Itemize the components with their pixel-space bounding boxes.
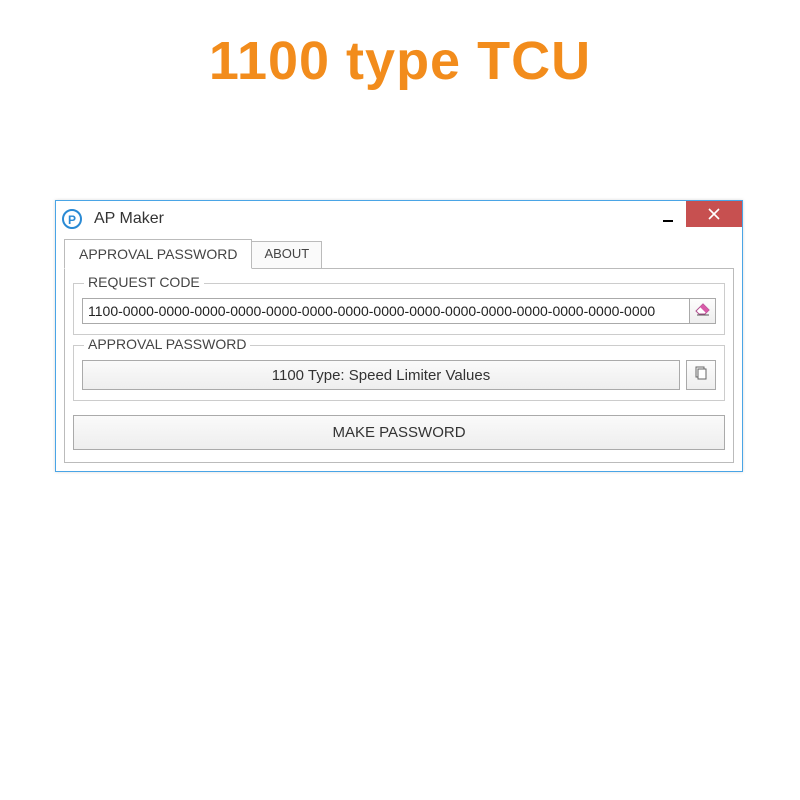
svg-text:P: P bbox=[68, 213, 76, 227]
close-button[interactable] bbox=[686, 201, 742, 227]
approval-password-group: APPROVAL PASSWORD 1100 Type: Speed Limit… bbox=[73, 345, 725, 401]
window-title: AP Maker bbox=[94, 210, 164, 228]
clear-button[interactable] bbox=[690, 298, 716, 324]
tab-about[interactable]: ABOUT bbox=[251, 241, 322, 268]
make-password-button[interactable]: MAKE PASSWORD bbox=[73, 415, 725, 450]
approval-password-display: 1100 Type: Speed Limiter Values bbox=[82, 360, 680, 390]
eraser-icon bbox=[695, 302, 711, 321]
tab-content: REQUEST CODE APPROVAL PASSWORD 110 bbox=[64, 268, 734, 463]
tab-approval-password[interactable]: APPROVAL PASSWORD bbox=[64, 239, 252, 269]
titlebar-controls bbox=[650, 201, 742, 237]
app-icon: P bbox=[62, 209, 82, 229]
request-code-input[interactable] bbox=[82, 298, 690, 324]
app-window: P AP Maker APPROVAL PASSWORD ABOUT REQUE… bbox=[55, 200, 743, 472]
request-code-group: REQUEST CODE bbox=[73, 283, 725, 335]
page-heading: 1100 type TCU bbox=[0, 0, 800, 92]
request-code-label: REQUEST CODE bbox=[84, 274, 204, 290]
copy-icon bbox=[694, 366, 708, 385]
copy-button[interactable] bbox=[686, 360, 716, 390]
approval-password-label: APPROVAL PASSWORD bbox=[84, 336, 250, 352]
titlebar: P AP Maker bbox=[56, 201, 742, 237]
tab-strip: APPROVAL PASSWORD ABOUT bbox=[56, 239, 742, 268]
minimize-button[interactable] bbox=[650, 205, 686, 231]
